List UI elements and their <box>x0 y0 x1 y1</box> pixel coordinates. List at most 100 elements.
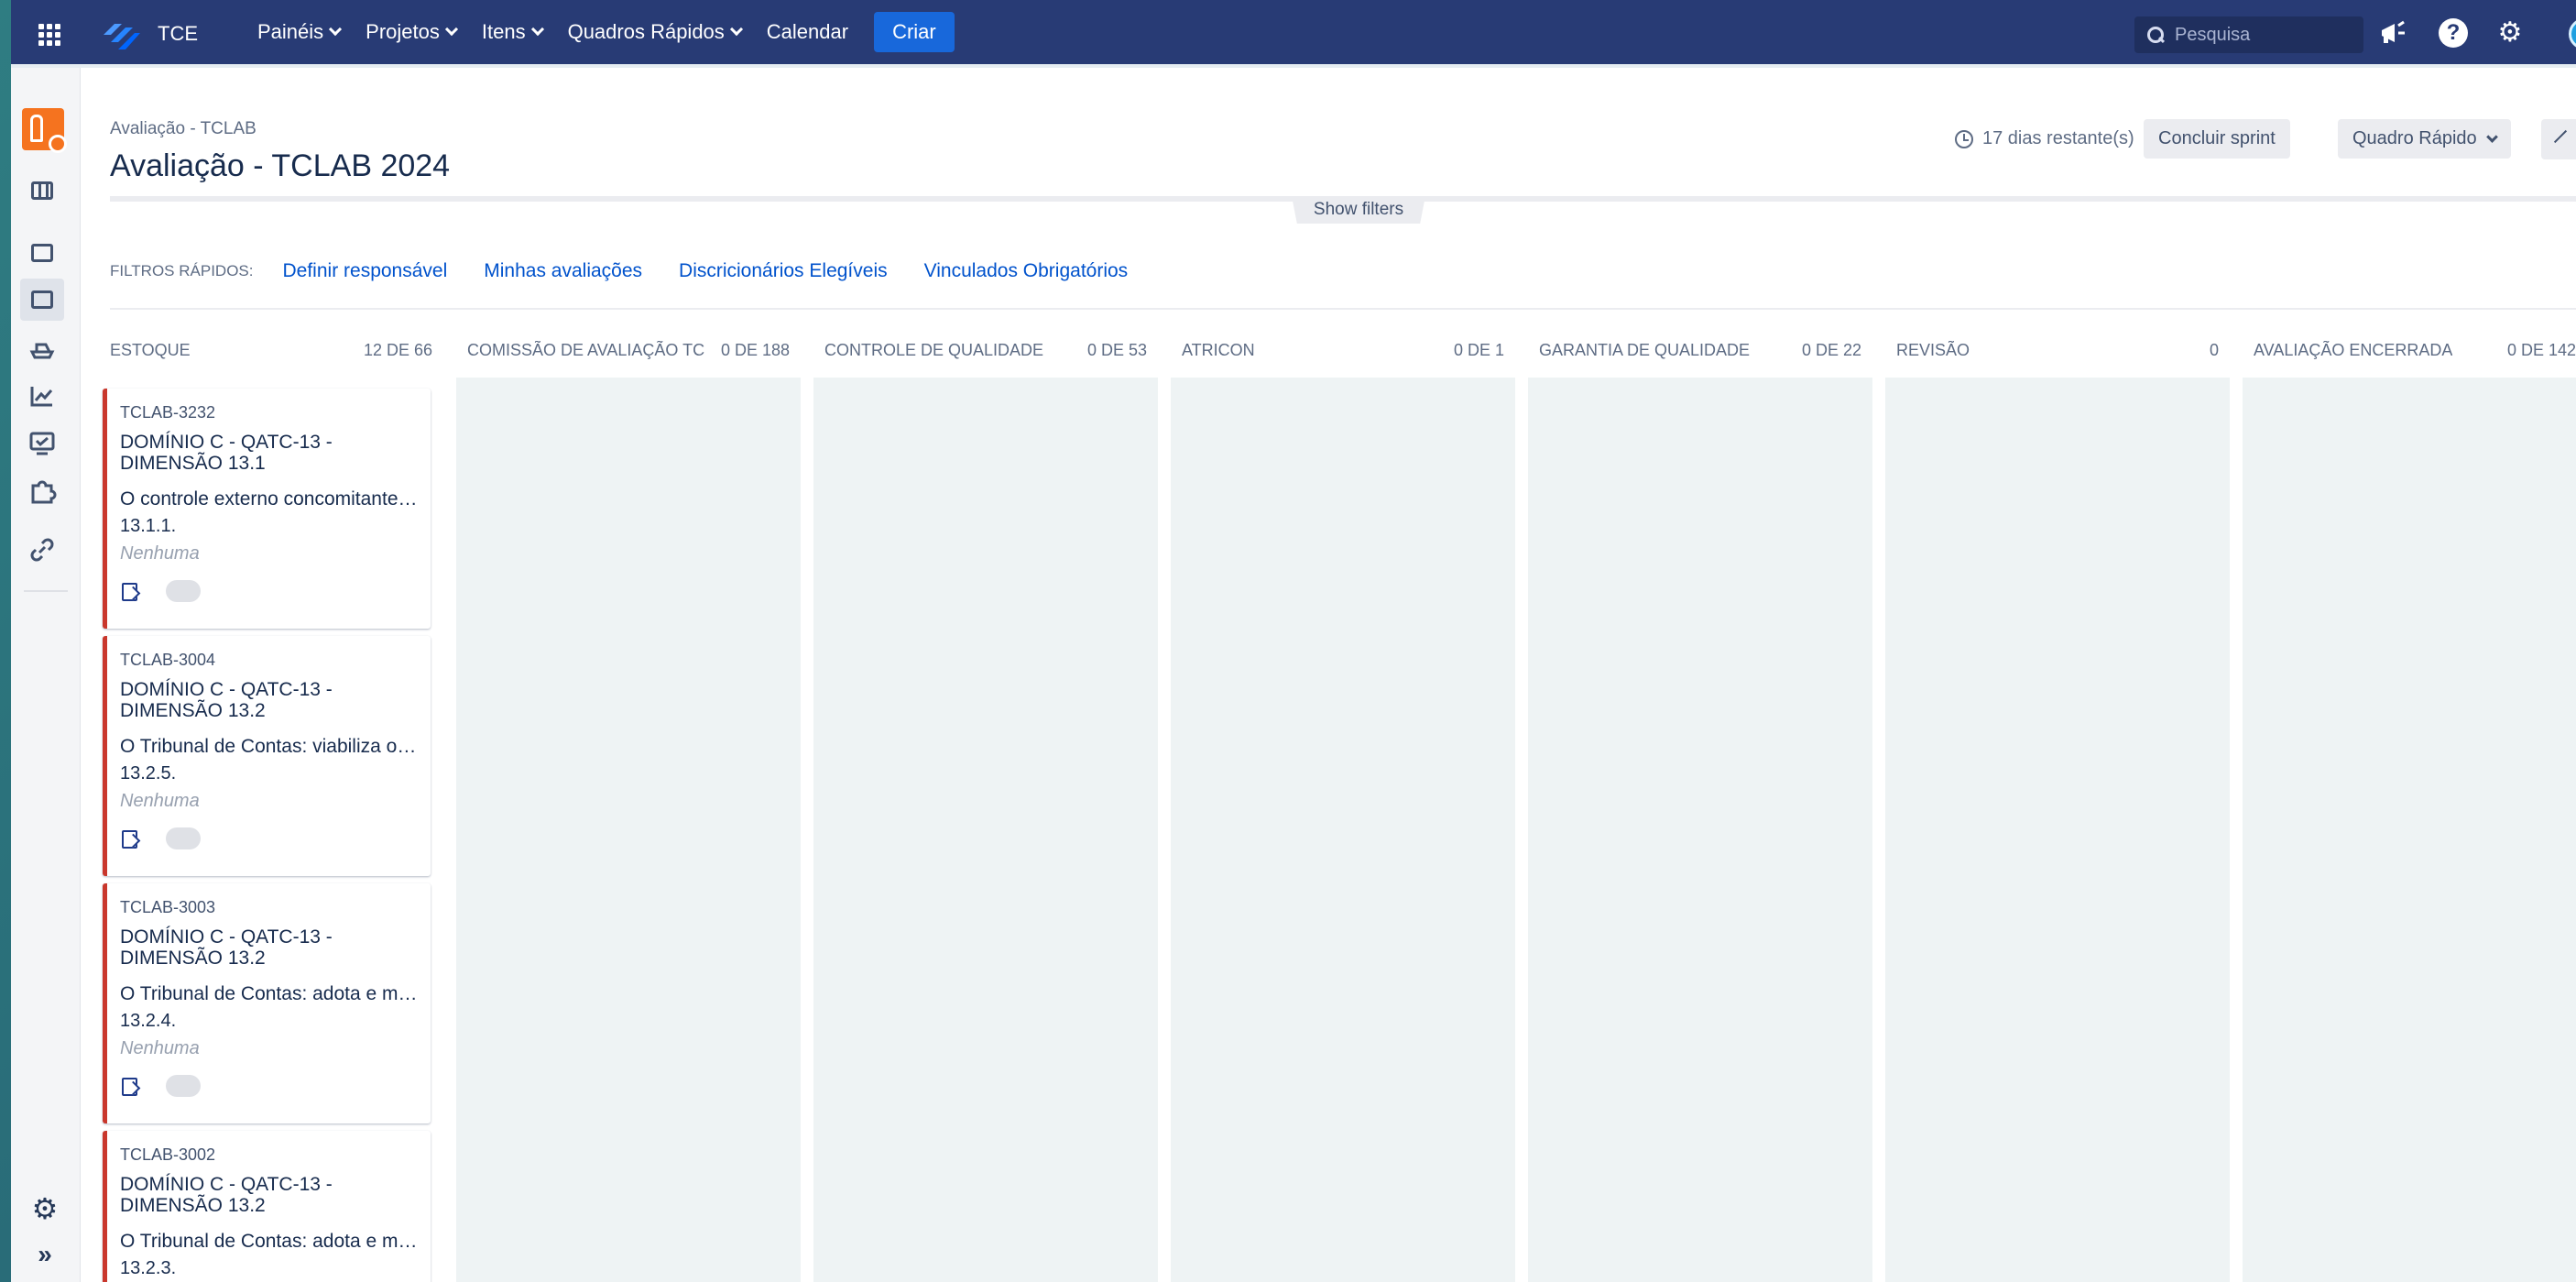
filter-vinculados[interactable]: Vinculados Obrigatórios <box>924 260 1129 282</box>
column-name: AVALIAÇÃO ENCERRADA <box>2254 340 2453 359</box>
search-input[interactable] <box>2175 24 2349 46</box>
column-header-garantia[interactable]: GARANTIA DE QUALIDADE 0 DE 22 <box>1528 332 1872 368</box>
app-frame: TCE Painéis Projetos Itens Quadros Rápid… <box>0 0 2576 1282</box>
menu-projetos[interactable]: Projetos <box>353 0 469 64</box>
column-name: REVISÃO <box>1896 340 1970 359</box>
column-name: CONTROLE DE QUALIDADE <box>824 340 1044 359</box>
menu-quadros-rapidos[interactable]: Quadros Rápidos <box>555 0 754 64</box>
settings-button[interactable]: ⚙ <box>2494 16 2527 49</box>
sidebar-item-releases[interactable] <box>27 334 57 363</box>
issue-assignee: Nenhuma <box>120 1038 200 1058</box>
puzzle-icon <box>31 480 57 504</box>
list-icon <box>31 244 53 262</box>
column-body-encerrada[interactable] <box>2243 378 2576 1282</box>
column-body-atricon[interactable] <box>1171 378 1515 1282</box>
issue-summary: O controle externo concomitante ... <box>120 488 418 510</box>
column-header-estoque[interactable]: ESTOQUE 12 DE 66 <box>99 332 443 368</box>
estimate-badge <box>166 1075 201 1097</box>
menu-label: Quadros Rápidos <box>567 20 725 43</box>
menu-label: Projetos <box>366 20 440 43</box>
issue-assignee: Nenhuma <box>120 543 200 564</box>
column-header-encerrada[interactable]: AVALIAÇÃO ENCERRADA 0 DE 142 <box>2243 332 2576 368</box>
column-body-garantia[interactable] <box>1528 378 1872 1282</box>
story-icon <box>120 582 138 601</box>
sidebar-item-links[interactable] <box>27 535 57 564</box>
quick-filters-label: FILTROS RÁPIDOS: <box>110 262 254 279</box>
jira-logo-icon[interactable] <box>98 16 140 49</box>
complete-sprint-label: Concluir sprint <box>2158 128 2276 148</box>
sprint-remaining: 17 dias restante(s) <box>1955 128 2134 149</box>
menu-paineis[interactable]: Painéis <box>245 0 353 64</box>
card-footer <box>120 815 418 862</box>
issue-title: DOMÍNIO C - QATC-13 - DIMENSÃO 13.2 <box>120 1174 333 1216</box>
megaphone-icon[interactable] <box>2376 16 2409 49</box>
fullscreen-button[interactable] <box>2541 119 2576 159</box>
column-count: 0 DE 188 <box>720 340 790 359</box>
chevron-down-icon <box>729 22 743 37</box>
column-body-comissao[interactable] <box>456 378 801 1282</box>
filter-definir-responsavel[interactable]: Definir responsável <box>283 260 448 282</box>
column-name: ATRICON <box>1182 340 1255 359</box>
filter-minhas-avaliacoes[interactable]: Minhas avaliações <box>484 260 642 282</box>
issue-summary: O Tribunal de Contas: viabiliza o r... <box>120 736 418 757</box>
person-icon <box>30 115 43 142</box>
sidebar-item-list[interactable] <box>27 238 57 268</box>
project-avatar[interactable] <box>22 108 67 153</box>
column-header-atricon[interactable]: ATRICON 0 DE 1 <box>1171 332 1515 368</box>
column-header-comissao[interactable]: COMISSÃO DE AVALIAÇÃO TC 0 DE 188 <box>456 332 801 368</box>
column-count: 0 DE 142 <box>2506 340 2576 359</box>
column-body-controle[interactable] <box>813 378 1158 1282</box>
issue-card[interactable]: TCLAB-3232 DOMÍNIO C - QATC-13 - DIMENSÃ… <box>103 389 431 629</box>
issue-card[interactable]: TCLAB-3004 DOMÍNIO C - QATC-13 - DIMENSÃ… <box>103 636 431 876</box>
help-button[interactable]: ? <box>2437 16 2470 49</box>
search-box[interactable] <box>2134 16 2363 53</box>
sidebar-item-backlog[interactable] <box>27 176 57 205</box>
sidebar-item-components[interactable] <box>27 477 57 506</box>
issue-summary: O Tribunal de Contas: adota e mo... <box>120 983 418 1004</box>
issue-card[interactable]: TCLAB-3002 DOMÍNIO C - QATC-13 - DIMENSÃ… <box>103 1131 431 1282</box>
user-avatar[interactable] <box>2569 18 2576 49</box>
settings-icon[interactable]: ⚙ <box>29 1193 60 1224</box>
issue-key[interactable]: TCLAB-3003 <box>120 898 418 917</box>
board-select-label: Quadro Rápido <box>2352 128 2477 148</box>
show-filters-button[interactable]: Show filters <box>1292 196 1425 224</box>
column-count: 0 DE 53 <box>1086 340 1147 359</box>
complete-sprint-button[interactable]: Concluir sprint <box>2144 119 2290 159</box>
estimate-badge <box>166 827 201 849</box>
create-button[interactable]: Criar <box>874 12 955 52</box>
sidebar-item-board[interactable] <box>20 279 64 321</box>
column-header-revisao[interactable]: REVISÃO 0 <box>1885 332 2230 368</box>
menu-calendar[interactable]: Calendar <box>754 0 861 64</box>
expand-icon <box>2553 129 2568 144</box>
story-icon <box>120 1077 138 1096</box>
sidebar-item-reports[interactable] <box>27 381 57 411</box>
issue-key[interactable]: TCLAB-3002 <box>120 1145 418 1165</box>
filter-discricionarios[interactable]: Discricionários Elegíveis <box>679 260 888 282</box>
story-icon <box>120 829 138 849</box>
brand-name[interactable]: TCE <box>158 22 198 46</box>
column-body-revisao[interactable] <box>1885 378 2230 1282</box>
column-name: GARANTIA DE QUALIDADE <box>1539 340 1751 359</box>
issue-key[interactable]: TCLAB-3004 <box>120 651 418 670</box>
card-footer <box>120 1062 418 1110</box>
chevron-down-icon <box>530 22 544 37</box>
sidebar-item-issues[interactable] <box>27 429 57 458</box>
app-switcher-button[interactable] <box>22 0 77 64</box>
menu-itens[interactable]: Itens <box>469 0 555 64</box>
expand-sidebar-icon[interactable]: » <box>29 1239 60 1270</box>
clock-icon <box>1955 129 1973 148</box>
project-sidebar: ⚙ » <box>11 68 81 1282</box>
grid-icon <box>38 24 60 46</box>
board-select-button[interactable]: Quadro Rápido <box>2338 119 2511 159</box>
sidebar-divider <box>24 590 68 592</box>
breadcrumb[interactable]: Avaliação - TCLAB <box>110 119 257 139</box>
issue-card[interactable]: TCLAB-3003 DOMÍNIO C - QATC-13 - DIMENSÃ… <box>103 883 431 1123</box>
column-header-controle[interactable]: CONTROLE DE QUALIDADE 0 DE 53 <box>813 332 1158 368</box>
menu-label: Itens <box>481 20 526 43</box>
issue-key[interactable]: TCLAB-3232 <box>120 403 418 422</box>
main-menu: Painéis Projetos Itens Quadros Rápidos C… <box>245 0 955 64</box>
divider-line <box>46 181 49 200</box>
column-count: 0 DE 22 <box>1801 340 1861 359</box>
search-icon <box>2147 27 2164 43</box>
chevron-down-icon <box>2485 130 2498 143</box>
